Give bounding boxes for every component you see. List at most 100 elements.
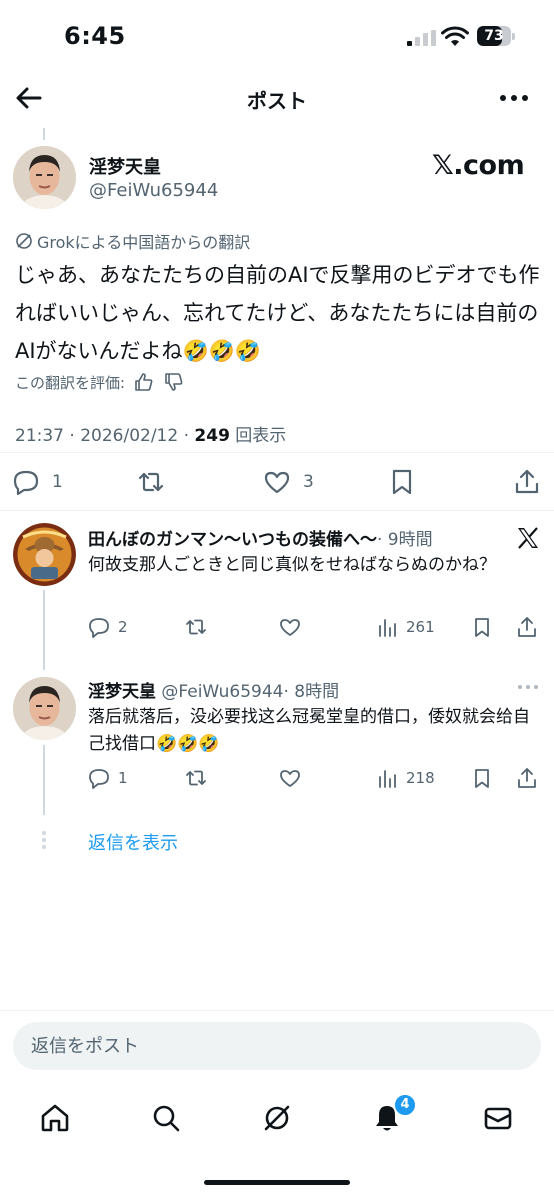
translation-label[interactable]: Grokによる中国語からの翻訳 (15, 229, 250, 253)
repost-button[interactable] (185, 767, 207, 789)
like-button[interactable]: 3 (263, 468, 314, 496)
battery-percent: 73 (484, 28, 504, 44)
reply-button[interactable]: 2 (88, 616, 128, 638)
tab-grok[interactable] (257, 1098, 297, 1138)
reply-compose-input[interactable] (13, 1022, 541, 1070)
cellular-signal-icon (407, 30, 436, 46)
reply-button[interactable]: 1 (88, 767, 128, 789)
reply-text: 何故支那人ごときと同じ真似をせねばならぬのかね？ (88, 555, 496, 575)
bookmark-button[interactable] (388, 468, 416, 496)
share-button[interactable] (513, 468, 541, 496)
view-count: 249 (194, 426, 230, 446)
wifi-icon (441, 26, 469, 46)
share-button[interactable] (516, 616, 538, 638)
bookmark-icon (475, 618, 489, 637)
share-icon (518, 617, 536, 637)
view-count: 261 (406, 618, 435, 636)
reply-author-name[interactable]: 田んぼのガンマン〜いつもの装備へ〜 (88, 530, 377, 550)
bottom-tab-bar (0, 1090, 554, 1146)
heart-icon (264, 471, 290, 494)
grok-icon (264, 1105, 290, 1131)
repost-icon (186, 619, 206, 635)
thread-connector (43, 590, 45, 670)
repost-icon (138, 472, 164, 492)
divider (0, 510, 554, 511)
translation-text: Grokによる中国語からの翻訳 (37, 233, 251, 252)
thread-connector (43, 128, 45, 140)
reply-text: 落后就落后，没必要找这么冠冕堂皇的借口，倭奴就会给自己找借口🤣🤣🤣 (88, 707, 530, 754)
bookmark-icon (392, 469, 412, 495)
home-indicator (204, 1180, 350, 1185)
tab-search[interactable] (146, 1098, 186, 1138)
reply-time[interactable]: · 9時間 (377, 530, 433, 550)
view-label: 回表示 (229, 426, 287, 446)
thumbs-down-icon[interactable] (163, 371, 185, 393)
reply-author-name[interactable]: 淫梦天皇 (88, 682, 156, 702)
status-bar: 6:45 73 (0, 0, 554, 70)
heart-icon (280, 619, 300, 636)
repost-icon (186, 770, 206, 786)
show-replies-link[interactable]: 返信を表示 (88, 829, 178, 855)
repost-button[interactable] (137, 468, 165, 496)
reply-icon (13, 470, 39, 496)
timestamp: 21:37 · 2026/02/12 · (15, 426, 195, 446)
rate-label: この翻訳を評価: (15, 373, 126, 392)
avatar[interactable] (13, 677, 76, 740)
share-button[interactable] (516, 767, 538, 789)
post-text: じゃあ、あなたたちの自前のAIで反撃用のビデオでも作ればいいじゃん、忘れてたけど… (15, 263, 540, 363)
header: ポスト (0, 74, 554, 122)
reply-header: 淫梦天皇 @FeiWu65944· 8時間 (88, 677, 339, 702)
like-button[interactable] (279, 767, 301, 789)
thumbs-up-icon[interactable] (133, 371, 155, 393)
author-handle[interactable]: @FeiWu65944 (89, 180, 218, 201)
post-meta: 21:37 · 2026/02/12 · 249 回表示 (15, 421, 286, 446)
tab-home[interactable] (35, 1098, 75, 1138)
bookmark-button[interactable] (471, 767, 493, 789)
like-button[interactable] (279, 616, 301, 638)
reply-actions: 2 261 (88, 616, 548, 646)
heart-icon (280, 770, 300, 787)
status-time: 6:45 (64, 22, 126, 50)
thread-connector (43, 745, 45, 815)
tab-messages[interactable] (478, 1098, 518, 1138)
views-button[interactable]: 261 (376, 616, 435, 638)
post-actions: 1 3 (0, 460, 554, 504)
battery-icon: 73 (477, 26, 515, 46)
avatar[interactable] (13, 146, 76, 209)
home-icon (41, 1104, 69, 1132)
views-button[interactable]: 218 (376, 767, 435, 789)
page-title: ポスト (247, 89, 307, 113)
search-icon (153, 1105, 180, 1132)
reply-count: 1 (118, 769, 128, 787)
notification-badge: 4 (394, 1094, 416, 1116)
thread-dots-icon (42, 831, 46, 849)
reply-count: 1 (52, 472, 63, 492)
share-icon (518, 768, 536, 788)
view-count: 218 (406, 769, 435, 787)
reply-actions: 1 218 (88, 767, 548, 797)
reply-header: 田んぼのガンマン〜いつもの装備へ〜· 9時間 (88, 525, 433, 550)
author-name[interactable]: 淫梦天皇 (89, 153, 161, 179)
more-options-icon[interactable] (498, 86, 530, 110)
more-options-icon[interactable] (516, 680, 540, 694)
grok-icon (16, 233, 32, 249)
reply-icon (89, 769, 109, 789)
repost-button[interactable] (185, 616, 207, 638)
x-logo-icon (518, 527, 538, 549)
analytics-icon (379, 770, 396, 788)
reply-icon (89, 618, 109, 638)
reply-time[interactable]: · 8時間 (284, 682, 340, 702)
translation-rating: この翻訳を評価: (15, 371, 185, 393)
reply-button[interactable]: 1 (12, 468, 63, 496)
divider (0, 1010, 554, 1011)
share-icon (515, 469, 539, 494)
bookmark-icon (475, 769, 489, 788)
analytics-icon (379, 619, 396, 637)
divider (0, 452, 554, 453)
reply-author-handle[interactable]: @FeiWu65944 (161, 682, 283, 702)
mail-icon (484, 1107, 512, 1130)
source-label: 𝕏.com (432, 150, 525, 181)
avatar[interactable] (13, 523, 76, 586)
like-count: 3 (303, 472, 314, 492)
bookmark-button[interactable] (471, 616, 493, 638)
